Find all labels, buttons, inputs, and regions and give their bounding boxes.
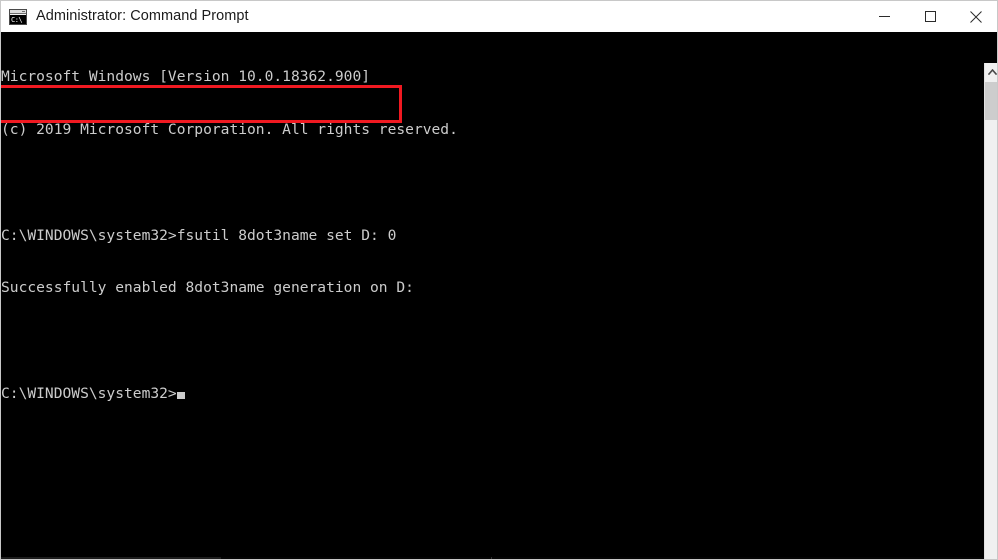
maximize-icon xyxy=(924,11,936,22)
titlebar-left-group: C:\ Administrator: Command Prompt xyxy=(1,1,861,32)
window-titlebar[interactable]: C:\ Administrator: Command Prompt xyxy=(1,1,997,32)
scroll-up-button[interactable] xyxy=(985,63,997,80)
minimize-button[interactable] xyxy=(861,1,907,32)
vertical-scrollbar-thumb[interactable] xyxy=(985,82,997,120)
vertical-scrollbar[interactable] xyxy=(984,63,997,559)
console-screen[interactable]: Microsoft Windows [Version 10.0.18362.90… xyxy=(1,32,984,559)
block-cursor xyxy=(176,391,186,399)
command-prompt-window: C:\ Administrator: Command Prompt Micros… xyxy=(0,0,998,560)
console-line: (c) 2019 Microsoft Corporation. All righ… xyxy=(1,120,458,138)
console-prompt: C:\WINDOWS\system32> xyxy=(1,384,177,402)
console-area: Microsoft Windows [Version 10.0.18362.90… xyxy=(1,32,997,559)
console-line: Microsoft Windows [Version 10.0.18362.90… xyxy=(1,68,371,86)
window-title: Administrator: Command Prompt xyxy=(36,8,249,24)
close-icon xyxy=(970,10,982,23)
console-prompt-line: C:\WINDOWS\system32> xyxy=(1,385,458,403)
close-button[interactable] xyxy=(953,1,997,32)
console-output: Microsoft Windows [Version 10.0.18362.90… xyxy=(1,33,458,438)
minimize-icon xyxy=(878,16,890,17)
console-command-line: C:\WINDOWS\system32>fsutil 8dot3name set… xyxy=(1,226,397,244)
window-controls xyxy=(861,1,997,32)
chevron-up-icon xyxy=(987,68,997,75)
maximize-button[interactable] xyxy=(907,1,953,32)
cmd-icon-titlebar-strip xyxy=(10,9,26,14)
console-result-line: Successfully enabled 8dot3name generatio… xyxy=(1,279,414,297)
cmd-icon-screen: C:\ xyxy=(10,14,26,24)
cmd-prompt-icon: C:\ xyxy=(9,8,27,25)
